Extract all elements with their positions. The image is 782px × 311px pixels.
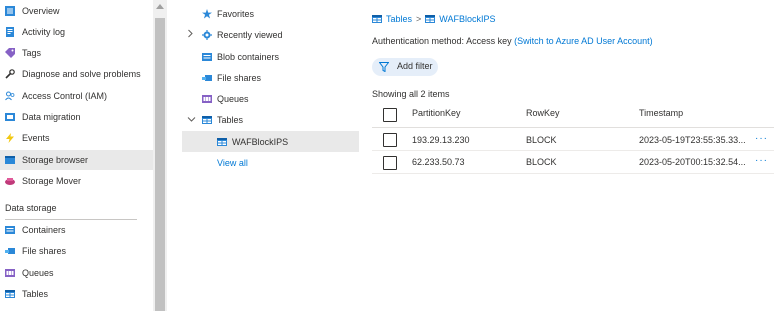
nav-item-label: Containers [22,225,66,235]
column-header-partitionkey[interactable]: PartitionKey [412,108,461,118]
item-count-text: Showing all 2 items [372,89,450,99]
tree-item-label: Blob containers [217,51,280,62]
cell-rowkey: BLOCK [526,135,557,145]
nav-item-label: File shares [22,246,67,256]
tables-icon [372,14,382,24]
row-more-actions-icon[interactable]: ··· [755,133,768,144]
wrench-icon [5,69,15,79]
recently-viewed-icon [202,29,212,40]
queues-icon [202,94,212,104]
data-migration-icon [5,112,15,122]
add-filter-button[interactable]: Add filter [372,58,438,76]
select-all-checkbox[interactable] [383,108,397,122]
nav-item-label: Storage Mover [22,176,82,186]
cell-partitionkey: 62.233.50.73 [412,157,465,167]
cell-timestamp: 2023-05-20T00:15:32.54... [639,157,746,167]
nav-item-overview[interactable]: Overview [0,1,153,21]
header-divider [372,127,774,128]
auth-method-label: Authentication method: [372,36,465,46]
nav-item-containers[interactable]: Containers [0,220,153,240]
row-divider [372,173,774,174]
switch-auth-link[interactable]: (Switch to Azure AD User Account) [514,36,653,46]
scrollbar-thumb[interactable] [155,18,165,311]
resource-menu: Overview Activity log Tags Diagnose and … [0,0,153,311]
cell-partitionkey: 193.29.13.230 [412,135,470,145]
section-title-data-storage: Data storage [5,203,57,213]
row-checkbox[interactable] [383,133,397,147]
nav-item-label: Activity log [22,27,66,37]
file-shares-icon [202,73,212,83]
column-header-timestamp[interactable]: Timestamp [639,108,683,118]
nav-item-diagnose[interactable]: Diagnose and solve problems [0,64,153,84]
row-checkbox[interactable] [383,156,397,170]
filter-icon [378,62,390,74]
tables-icon [5,289,15,299]
nav-item-label: Access Control (IAM) [22,91,108,101]
row-divider [372,150,774,151]
column-header-rowkey[interactable]: RowKey [526,108,560,118]
nav-item-storage-mover[interactable]: Storage Mover [0,171,153,191]
nav-item-label: Storage browser [22,155,89,165]
nav-item-label: Events [22,133,50,143]
breadcrumb: Tables > WAFBlockIPS [372,12,495,26]
nav-item-file-shares[interactable]: File shares [0,241,153,261]
nav-item-activity-log[interactable]: Activity log [0,22,153,42]
queues-icon [5,268,15,278]
nav-item-data-migration[interactable]: Data migration [0,107,153,127]
nav-item-label: Queues [22,268,54,278]
tree-item-label: Recently viewed [217,29,283,40]
nav-item-tags[interactable]: Tags [0,43,153,63]
nav-item-label: Diagnose and solve problems [22,69,141,79]
storage-mover-icon [5,176,15,186]
scroll-up-arrow-icon[interactable] [156,4,164,9]
table-icon [217,137,227,147]
breadcrumb-root-link[interactable]: Tables [386,14,412,24]
containers-icon [5,225,15,235]
add-filter-label: Add filter [397,61,433,71]
nav-item-events[interactable]: Events [0,128,153,148]
chevron-down-icon[interactable] [187,115,196,125]
activity-log-icon [5,27,15,37]
table-icon [425,14,436,24]
auth-method: Authentication method: Access key (Switc… [372,36,653,46]
nav-item-label: Data migration [22,112,81,122]
star-icon [202,8,212,19]
lightning-icon [5,133,15,143]
nav-item-label: Tables [22,289,49,299]
people-icon [5,91,15,101]
blob-containers-icon [202,52,212,62]
overview-icon [5,6,15,16]
tree-item-label: Queues [217,93,249,104]
storage-browser-icon [5,155,15,165]
tree-item-label: File shares [217,72,262,83]
row-more-actions-icon[interactable]: ··· [755,155,768,166]
chevron-right-icon[interactable] [187,29,194,40]
tree-item-label: WAFBlockIPS [232,136,289,147]
nav-item-tables[interactable]: Tables [0,284,153,304]
nav-item-label: Overview [22,6,60,16]
breadcrumb-separator: > [416,14,422,24]
tables-icon [202,115,212,125]
view-all-label[interactable]: View all [217,158,248,168]
file-shares-icon [5,246,15,256]
nav-item-queues[interactable]: Queues [0,263,153,283]
tree-item-label: Favorites [217,8,255,19]
nav-item-access-control[interactable]: Access Control (IAM) [0,86,153,106]
cell-timestamp: 2023-05-19T23:55:35.33... [639,135,746,145]
nav-item-storage-browser[interactable]: Storage browser [0,150,153,170]
tag-icon [5,48,15,58]
nav-item-label: Tags [22,48,42,58]
auth-method-value: Access key [466,36,512,46]
tree-item-label: Tables [217,114,244,125]
cell-rowkey: BLOCK [526,157,557,167]
breadcrumb-current[interactable]: WAFBlockIPS [439,14,495,24]
menu-scrollbar[interactable] [153,0,167,311]
